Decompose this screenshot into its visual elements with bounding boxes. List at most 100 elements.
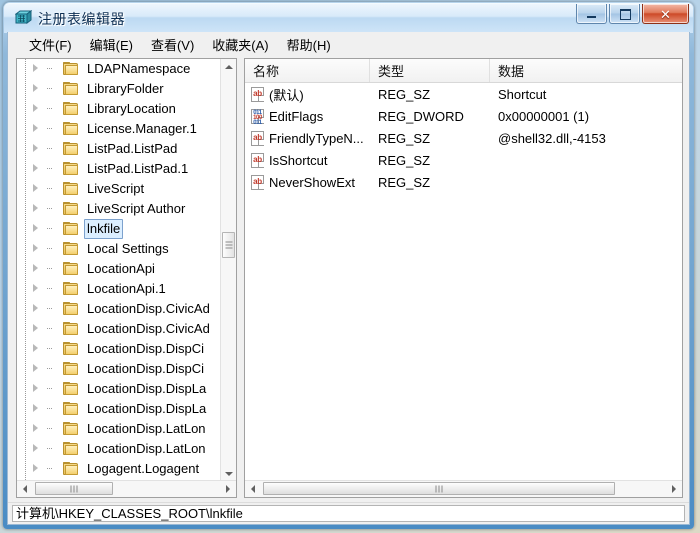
expand-arrow-icon[interactable]: [33, 364, 38, 372]
tree-item[interactable]: LibraryLocation: [17, 99, 223, 119]
expand-arrow-icon[interactable]: [33, 204, 38, 212]
expand-arrow-icon[interactable]: [33, 284, 38, 292]
list-hscroll-thumb[interactable]: [263, 482, 615, 495]
expand-arrow-icon[interactable]: [33, 424, 38, 432]
tree-indent: [17, 79, 63, 99]
value-name: IsShortcut: [269, 152, 328, 168]
expand-arrow-icon[interactable]: [33, 144, 38, 152]
tree-item[interactable]: LiveScript: [17, 179, 223, 199]
list-row[interactable]: ab NeverShowExt REG_SZ: [245, 171, 682, 193]
folder-icon: [63, 222, 79, 236]
tree-item[interactable]: LocationApi: [17, 259, 223, 279]
tree-indent: [17, 99, 63, 119]
list-row[interactable]: ab FriendlyTypeN... REG_SZ @shell32.dll,-41…: [245, 127, 682, 149]
expand-arrow-icon[interactable]: [33, 224, 38, 232]
menu-favorites[interactable]: 收藏夹(A): [203, 32, 277, 57]
tree-horizontal-scrollbar[interactable]: [17, 480, 236, 497]
values-list[interactable]: ab (默认) REG_SZ Shortcut 011 100 011 EditFlags RE…: [245, 83, 682, 193]
expand-arrow-icon[interactable]: [33, 84, 38, 92]
expand-arrow-icon[interactable]: [33, 444, 38, 452]
expand-arrow-icon[interactable]: [33, 184, 38, 192]
close-button[interactable]: ✕: [642, 4, 689, 24]
string-value-icon: ab: [250, 152, 265, 168]
column-header-name[interactable]: 名称: [245, 59, 370, 82]
list-scroll-left-button[interactable]: [245, 481, 261, 496]
tree-item[interactable]: Logagent.Logagent: [17, 459, 223, 479]
tree-item[interactable]: LocationDisp.DispCi: [17, 359, 223, 379]
expand-arrow-icon[interactable]: [33, 304, 38, 312]
tree-connector-line: [25, 399, 26, 419]
tree-item[interactable]: ListPad.ListPad: [17, 139, 223, 159]
maximize-icon: [620, 9, 631, 20]
tree-scroll-thumb[interactable]: [222, 232, 235, 258]
list-header: 名称 类型 数据: [245, 59, 682, 83]
tree-item[interactable]: License.Manager.1: [17, 119, 223, 139]
tree-item-label: LocationDisp.CivicAd: [87, 301, 210, 316]
menu-help[interactable]: 帮助(H): [278, 32, 340, 57]
list-row[interactable]: ab IsShortcut REG_SZ: [245, 149, 682, 171]
list-row[interactable]: ab (默认) REG_SZ Shortcut: [245, 83, 682, 105]
expand-arrow-icon[interactable]: [33, 244, 38, 252]
tree-connector-dot: [47, 128, 53, 129]
tree-connector-dot: [47, 268, 53, 269]
expand-arrow-icon[interactable]: [33, 104, 38, 112]
tree-item-label: LocationDisp.DispCi: [87, 341, 205, 356]
tree-scroll-left-button[interactable]: [17, 481, 33, 496]
tree-indent: [17, 179, 63, 199]
status-path: 计算机\HKEY_CLASSES_ROOT\lnkfile: [12, 505, 685, 522]
values-list-pane: 名称 类型 数据 ab (默认) REG_SZ Shortcut 011 100 011 Ed…: [244, 58, 683, 498]
tree-item-label: Logagent.Logagent: [87, 461, 200, 476]
tree-item[interactable]: LiveScript Author: [17, 199, 223, 219]
expand-arrow-icon[interactable]: [33, 464, 38, 472]
tree-item[interactable]: LocationDisp.CivicAd: [17, 319, 223, 339]
tree-hscroll-thumb[interactable]: [35, 482, 113, 495]
tree-item[interactable]: LocationDisp.DispLa: [17, 379, 223, 399]
tree-connector-dot: [47, 168, 53, 169]
tree-item[interactable]: LocationDisp.DispCi: [17, 339, 223, 359]
tree-item[interactable]: ListPad.ListPad.1: [17, 159, 223, 179]
expand-arrow-icon[interactable]: [33, 164, 38, 172]
tree-item[interactable]: LocationApi.1: [17, 279, 223, 299]
tree-item[interactable]: Local Settings: [17, 239, 223, 259]
list-horizontal-scrollbar[interactable]: [245, 480, 682, 497]
expand-arrow-icon[interactable]: [33, 324, 38, 332]
expand-arrow-icon[interactable]: [33, 264, 38, 272]
tree-item[interactable]: lnkfile: [17, 219, 223, 239]
tree-indent: [17, 59, 63, 79]
status-bar: 计算机\HKEY_CLASSES_ROOT\lnkfile: [8, 502, 689, 524]
tree-connector-line: [25, 179, 26, 199]
tree-item[interactable]: LocationDisp.LatLon: [17, 439, 223, 459]
tree-item[interactable]: LibraryFolder: [17, 79, 223, 99]
tree-item[interactable]: LocationDisp.LatLon: [17, 419, 223, 439]
menu-edit[interactable]: 编辑(E): [81, 32, 142, 57]
expand-arrow-icon[interactable]: [33, 404, 38, 412]
registry-tree[interactable]: LDAPNamespace LibraryFolder LibraryLocatio…: [17, 59, 223, 482]
maximize-button[interactable]: [609, 4, 640, 24]
list-cell-type: REG_DWORD: [378, 108, 464, 124]
tree-item[interactable]: LocationDisp.DispLa: [17, 399, 223, 419]
tree-scroll-up-button[interactable]: [221, 59, 236, 75]
tree-item-label: LocationDisp.LatLon: [87, 421, 206, 436]
title-bar[interactable]: 注册表编辑器 ✕: [4, 3, 693, 33]
column-header-data[interactable]: 数据: [490, 59, 682, 82]
tree-item[interactable]: LDAPNamespace: [17, 59, 223, 79]
expand-arrow-icon[interactable]: [33, 64, 38, 72]
expand-arrow-icon[interactable]: [33, 344, 38, 352]
tree-indent: [17, 119, 63, 139]
tree-vertical-scrollbar[interactable]: [220, 59, 236, 482]
menu-view[interactable]: 查看(V): [142, 32, 203, 57]
tree-connector-line: [25, 199, 26, 219]
tree-indent: [17, 139, 63, 159]
tree-scroll-right-button[interactable]: [220, 481, 236, 496]
list-scroll-right-button[interactable]: [666, 481, 682, 496]
folder-icon: [63, 122, 79, 136]
expand-arrow-icon[interactable]: [33, 384, 38, 392]
string-value-icon: ab: [250, 86, 265, 102]
column-header-type[interactable]: 类型: [370, 59, 490, 82]
expand-arrow-icon[interactable]: [33, 124, 38, 132]
list-row[interactable]: 011 100 011 EditFlags REG_DWORD 0x00000001 (1…: [245, 105, 682, 127]
minimize-button[interactable]: [576, 4, 607, 24]
menu-file[interactable]: 文件(F): [20, 32, 81, 57]
window-controls: ✕: [576, 4, 689, 24]
tree-item[interactable]: LocationDisp.CivicAd: [17, 299, 223, 319]
